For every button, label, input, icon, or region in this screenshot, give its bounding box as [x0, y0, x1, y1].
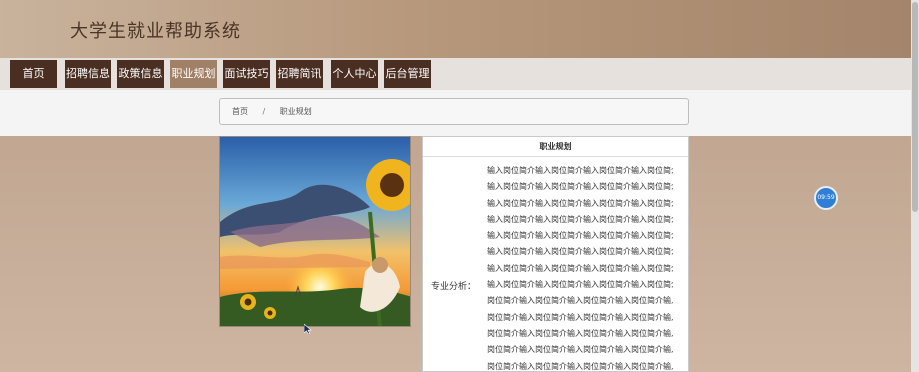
sunset-sunflower-illustration [220, 137, 410, 326]
page-scrollbar[interactable] [911, 0, 919, 372]
field-value-major-analysis: 输入岗位简介输入岗位简介输入岗位简介输入岗位简介 输入岗位简介输入岗位简介输入岗… [487, 163, 673, 372]
field-line: 输入岗位简介输入岗位简介输入岗位简介输入岗位简介 [487, 182, 673, 192]
site-title: 大学生就业帮助系统 [70, 21, 241, 42]
nav-item-home[interactable]: 首页 [10, 60, 57, 88]
field-line: 输入岗位简介输入岗位简介输入岗位简介输入岗位简介 [487, 247, 673, 257]
nav-item-admin[interactable]: 后台管理 [384, 60, 431, 88]
field-line: 岗位简介输入岗位简介输入岗位简介输入岗位简介输入 [487, 345, 673, 355]
career-image [219, 136, 411, 327]
field-line: 岗位简介输入岗位简介输入岗位简介输入岗位简介输入 [487, 361, 673, 371]
nav-item-policy[interactable]: 政策信息 [117, 60, 164, 88]
field-label-major-analysis: 专业分析： [431, 282, 477, 292]
top-banner: 大学生就业帮助系统 [0, 0, 919, 58]
main-nav: 首页 招聘信息 政策信息 职业规划 面试技巧 招聘简讯 个人中心 后台管理 [0, 58, 919, 90]
field-line: 岗位简介输入岗位简介输入岗位简介输入岗位简介输入 [487, 296, 673, 306]
nav-item-recruitment[interactable]: 招聘信息 [65, 60, 111, 88]
nav-item-interview-tips[interactable]: 面试技巧 [223, 60, 270, 88]
field-line: 岗位简介输入岗位简介输入岗位简介输入岗位简介输入 [487, 328, 673, 338]
breadcrumb-home-link[interactable]: 首页 [232, 99, 248, 124]
breadcrumb: 首页 / 职业规划 [219, 98, 689, 125]
scrollbar-thumb[interactable] [912, 2, 918, 212]
mouse-cursor-icon [304, 324, 312, 334]
nav-item-career-planning[interactable]: 职业规划 [170, 60, 217, 88]
breadcrumb-current: 职业规划 [279, 107, 312, 116]
field-line: 输入岗位简介输入岗位简介输入岗位简介输入岗位简介 [487, 214, 673, 224]
panel-title: 职业规划 [423, 137, 688, 157]
breadcrumb-separator: / [262, 107, 266, 116]
nav-item-personal-center[interactable]: 个人中心 [331, 60, 378, 88]
field-line: 输入岗位简介输入岗位简介输入岗位简介输入岗位简介 [487, 166, 673, 175]
field-line: 岗位简介输入岗位简介输入岗位简介输入岗位简介输入 [487, 312, 673, 322]
career-detail-panel: 职业规划 专业分析： 输入岗位简介输入岗位简介输入岗位简介输入岗位简介 输入岗位… [422, 136, 689, 372]
timer-badge[interactable]: 09:59 [814, 186, 838, 210]
field-line: 输入岗位简介输入岗位简介输入岗位简介输入岗位简介输入 [487, 280, 673, 290]
field-line: 输入岗位简介输入岗位简介输入岗位简介输入岗位简介 [487, 263, 673, 273]
nav-item-recruitment-news[interactable]: 招聘简讯 [276, 60, 323, 88]
field-line: 输入岗位简介输入岗位简介输入岗位简介输入岗位简介 [487, 231, 673, 241]
field-line: 输入岗位简介输入岗位简介输入岗位简介输入岗位简介 [487, 198, 673, 208]
